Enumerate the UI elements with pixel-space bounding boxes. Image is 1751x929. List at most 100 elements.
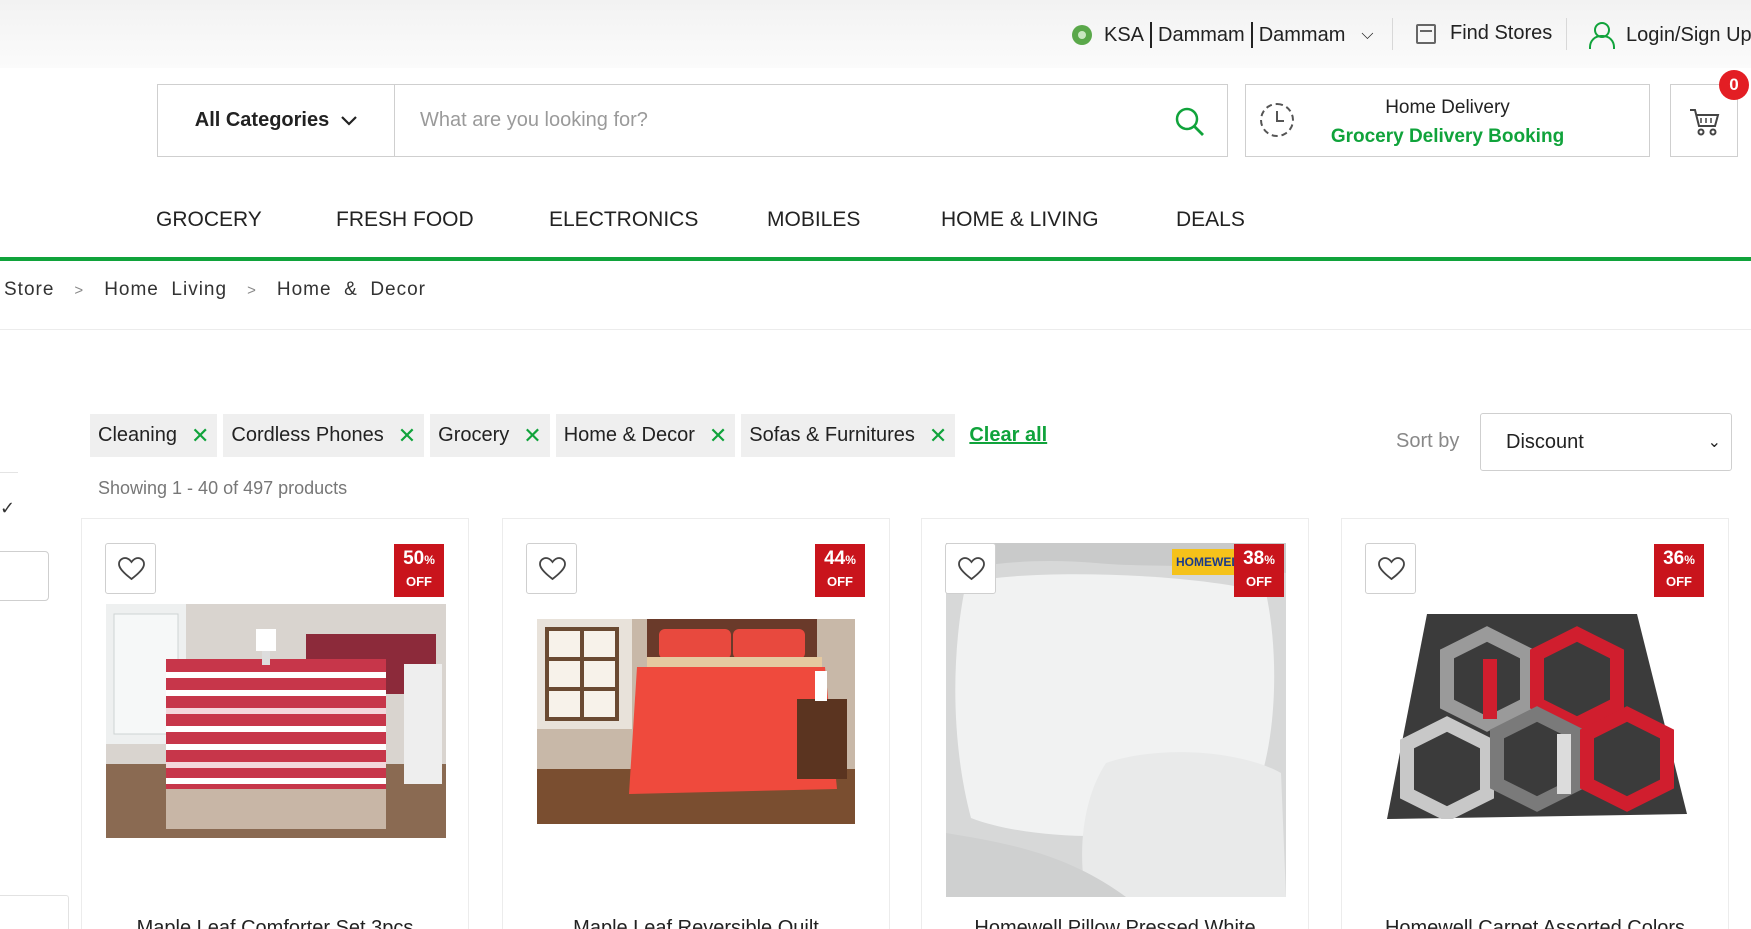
divider [0, 472, 18, 473]
heart-icon [539, 557, 566, 581]
close-icon[interactable]: ✕ [398, 423, 416, 449]
delivery-slot-button[interactable]: Home Delivery Grocery Delivery Booking [1245, 84, 1650, 157]
product-image[interactable] [1387, 614, 1687, 819]
product-card[interactable]: HOMEWELL 38% OFF Homewell Pillow Pressed… [921, 518, 1309, 929]
chevron-down-icon [341, 115, 358, 126]
filter-chip-label: Home & Decor [563, 424, 695, 446]
nav-mobiles[interactable]: MOBILES [767, 208, 860, 232]
login-label: Login/Sign Up [1626, 23, 1751, 46]
sort-select[interactable]: Discount ⌄ [1480, 413, 1732, 471]
close-icon[interactable]: ✕ [709, 423, 727, 449]
find-stores-link[interactable]: Find Stores [1416, 22, 1552, 45]
discount-badge: 38% OFF [1234, 544, 1284, 597]
search-icon[interactable] [1175, 107, 1205, 137]
product-image[interactable] [106, 604, 446, 838]
wishlist-button[interactable] [1365, 543, 1416, 594]
close-icon[interactable]: ✕ [929, 423, 947, 449]
user-icon [1588, 22, 1615, 49]
breadcrumb-home-decor: Home & Decor [276, 279, 426, 300]
location-selector[interactable]: KSA Dammam Dammam ⌵ [1072, 22, 1374, 48]
chevron-down-icon[interactable]: ✓ [0, 498, 15, 519]
login-link[interactable]: Login/Sign Up [1588, 22, 1751, 49]
sort-label: Sort by [1396, 430, 1460, 452]
product-name[interactable]: Maple Leaf Comforter Set 3pcs [82, 917, 468, 929]
filter-chip: Sofas & Furnitures ✕ [741, 414, 956, 457]
country-label: KSA [1104, 23, 1145, 46]
off-label: OFF [1246, 574, 1272, 589]
brand-logo: HOMEWELL [1172, 549, 1236, 575]
store-icon [1416, 23, 1436, 44]
clear-all-link[interactable]: Clear all [969, 424, 1047, 447]
heart-icon [1378, 557, 1405, 581]
discount-badge: 50% OFF [394, 544, 444, 597]
heart-icon [118, 557, 145, 581]
product-name[interactable]: Homewell Pillow Pressed White [922, 917, 1308, 929]
off-label: OFF [827, 574, 853, 589]
city-label: Dammam [1158, 23, 1245, 46]
chevron-right-icon: > [247, 281, 257, 299]
discount-value: 50 [403, 548, 425, 569]
chevron-right-icon: > [74, 281, 85, 299]
wishlist-button[interactable] [526, 543, 577, 594]
sort-value: Discount [1506, 430, 1584, 453]
divider [1392, 18, 1393, 50]
filter-chip-label: Cordless Phones [231, 424, 384, 446]
chevron-down-icon: ⌄ [1707, 434, 1721, 451]
off-label: OFF [1666, 574, 1692, 589]
discount-badge: 44% OFF [815, 544, 865, 597]
delivery-booking-link: Grocery Delivery Booking [1330, 126, 1565, 147]
breadcrumb-home-living[interactable]: Home Living [104, 279, 227, 301]
product-card[interactable]: 44% OFF Maple Leaf Reversible Quilt [502, 518, 890, 929]
filter-panel [0, 895, 69, 929]
nav-deals[interactable]: DEALS [1176, 208, 1245, 232]
discount-value: 36 [1663, 548, 1685, 569]
wishlist-button[interactable] [945, 543, 996, 594]
active-filters: Cleaning ✕ Cordless Phones ✕ Grocery ✕ Home… [90, 414, 1047, 457]
results-count: Showing 1 - 40 of 497 products [98, 478, 348, 498]
find-stores-label: Find Stores [1450, 22, 1553, 44]
filter-chip-label: Cleaning [98, 424, 177, 446]
heart-icon [958, 557, 985, 581]
cart-icon [1690, 109, 1720, 136]
delivery-type: Home Delivery [1385, 97, 1510, 118]
nav-electronics[interactable]: ELECTRONICS [549, 208, 698, 232]
product-image[interactable] [537, 619, 855, 824]
close-icon[interactable]: ✕ [523, 423, 541, 449]
filter-chip: Cordless Phones ✕ [223, 414, 425, 457]
breadcrumb-store[interactable]: Store [4, 279, 54, 301]
breadcrumb: Store > Home Living > Home & Decor [4, 279, 426, 301]
top-bar: KSA Dammam Dammam ⌵ Find Stores Login/Si… [0, 0, 1751, 68]
filter-chip: Cleaning ✕ [90, 414, 218, 457]
divider [1250, 22, 1253, 48]
category-dropdown[interactable]: All Categories [157, 84, 395, 157]
off-label: OFF [406, 574, 432, 589]
product-name[interactable]: Maple Leaf Reversible Quilt [503, 917, 889, 929]
wishlist-button[interactable] [105, 543, 156, 594]
discount-value: 38 [1243, 548, 1265, 569]
filter-chip-label: Grocery [438, 424, 510, 446]
nav-fresh-food[interactable]: FRESH FOOD [336, 208, 474, 232]
area-label: Dammam [1258, 23, 1346, 46]
product-name[interactable]: Homewell Carpet Assorted Colors [1342, 917, 1728, 929]
filter-chip: Home & Decor ✕ [555, 414, 736, 457]
nav-underline [0, 257, 1751, 261]
divider [1566, 18, 1567, 50]
filter-input[interactable] [0, 551, 49, 601]
chevron-down-icon: ⌵ [1361, 26, 1374, 43]
divider [1150, 22, 1153, 48]
filter-chip: Grocery ✕ [430, 414, 550, 457]
nav-home-living[interactable]: HOME & LIVING [941, 208, 1099, 232]
product-card[interactable]: 50% OFF Maple Leaf Comforter Set 3pcs [81, 518, 469, 929]
discount-value: 44 [824, 548, 846, 569]
discount-badge: 36% OFF [1654, 544, 1704, 597]
filter-chip-label: Sofas & Furnitures [749, 424, 915, 446]
nav-grocery[interactable]: GROCERY [156, 208, 262, 232]
search-bar [394, 84, 1228, 157]
location-pin-icon [1072, 25, 1092, 45]
search-input[interactable] [395, 85, 1155, 155]
product-card[interactable]: 36% OFF Homewell Carpet Assorted Colors [1341, 518, 1729, 929]
close-icon[interactable]: ✕ [191, 423, 209, 449]
cart-count-badge: 0 [1719, 70, 1749, 100]
main-nav: GROCERY FRESH FOOD ELECTRONICS MOBILES H… [156, 208, 1245, 232]
category-label: All Categories [194, 109, 330, 131]
